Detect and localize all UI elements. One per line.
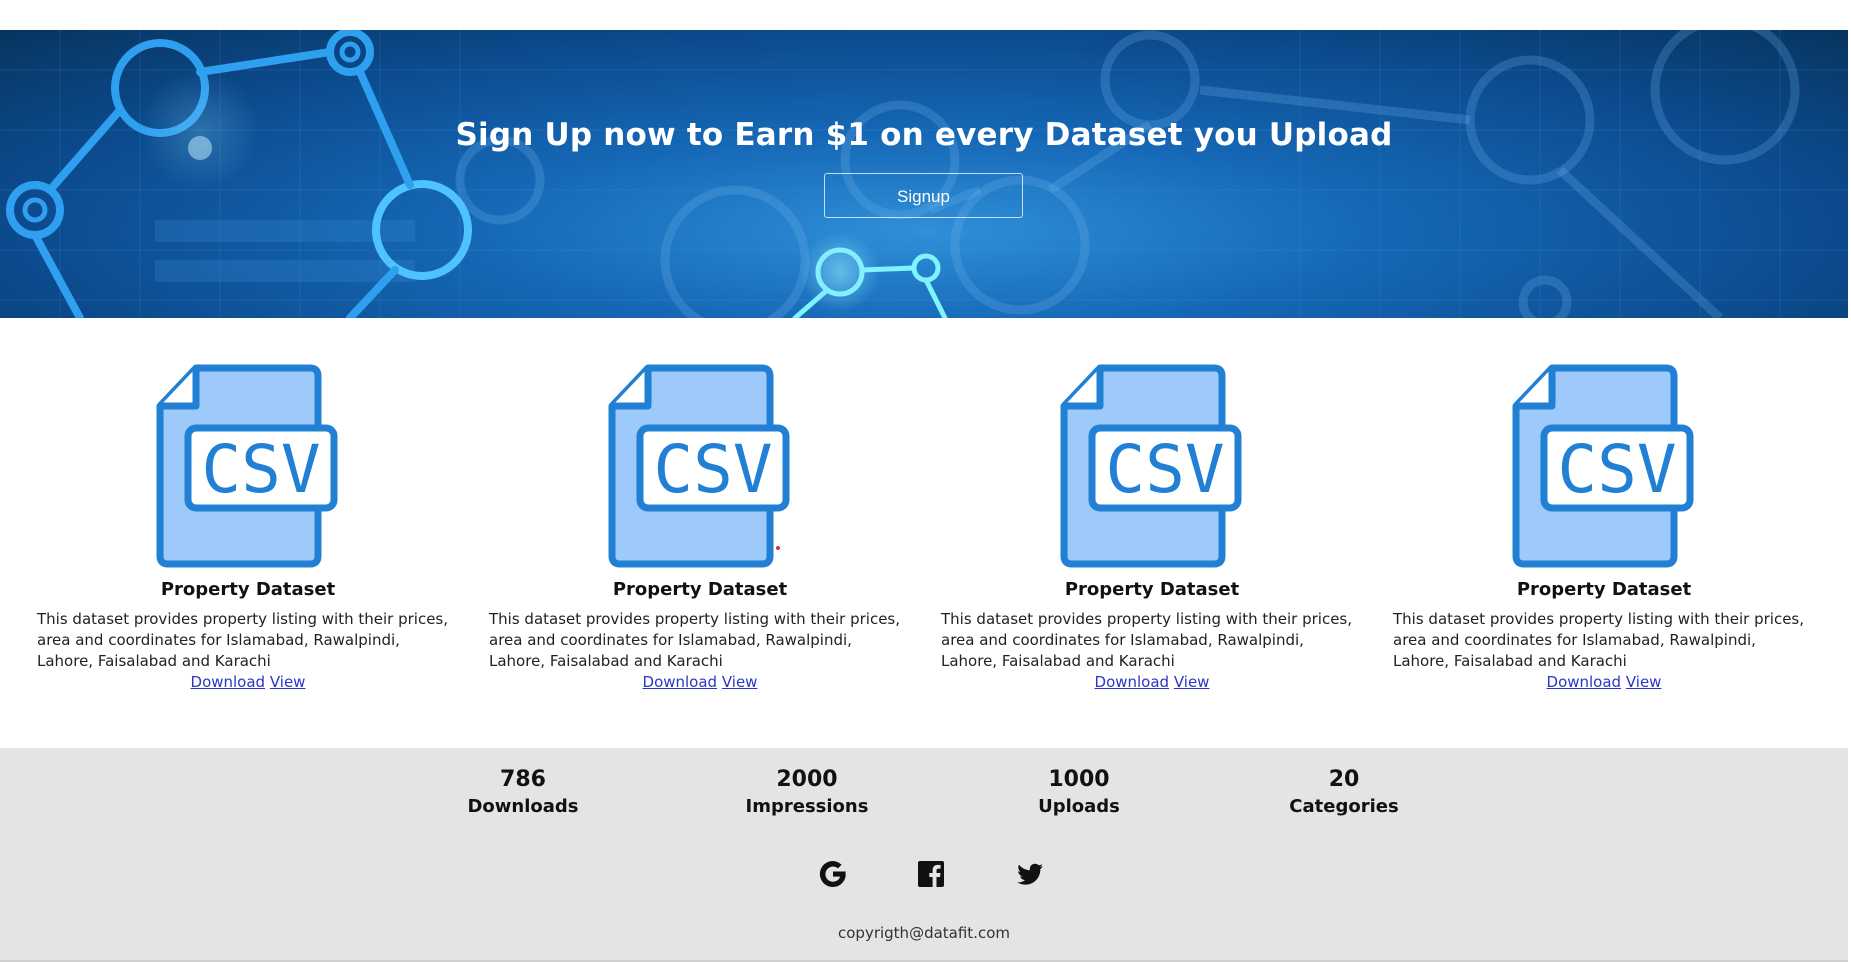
view-link[interactable]: View (722, 673, 758, 691)
card-description: This dataset provides property listing w… (37, 610, 449, 670)
csv-file-icon: CSV (489, 360, 911, 570)
download-link[interactable]: Download (1547, 673, 1622, 691)
view-link[interactable]: View (270, 673, 306, 691)
card-title: Property Dataset (1064, 579, 1240, 600)
card-title: Property Dataset (1516, 579, 1692, 600)
stat-uploads: 1000 Uploads (969, 766, 1189, 820)
facebook-icon[interactable] (915, 858, 947, 890)
stat-impressions: 2000 Impressions (697, 766, 917, 820)
stat-label: Uploads (1038, 796, 1120, 817)
svg-text:CSV: CSV (201, 431, 320, 508)
svg-text:CSV: CSV (1557, 431, 1676, 508)
red-dot-marker (776, 546, 780, 550)
card-description: This dataset provides property listing w… (489, 610, 901, 670)
stat-downloads: 786 Downloads (413, 766, 633, 820)
svg-text:CSV: CSV (653, 431, 772, 508)
card-links: Download View (489, 672, 911, 693)
card-links: Download View (37, 672, 459, 693)
view-link[interactable]: View (1626, 673, 1662, 691)
hero-banner: Sign Up now to Earn $1 on every Dataset … (0, 30, 1848, 318)
card-title: Property Dataset (160, 579, 336, 600)
stat-value: 20 (1328, 767, 1360, 792)
card-title: Property Dataset (612, 579, 788, 600)
card-description: This dataset provides property listing w… (1393, 610, 1805, 670)
stat-label: Categories (1289, 796, 1399, 817)
card-links: Download View (941, 672, 1363, 693)
download-link[interactable]: Download (191, 673, 266, 691)
stat-label: Downloads (467, 796, 579, 817)
download-link[interactable]: Download (1095, 673, 1170, 691)
download-link[interactable]: Download (643, 673, 718, 691)
stat-categories: 20 Categories (1234, 766, 1454, 820)
stat-value: 1000 (1048, 767, 1110, 792)
page: Sign Up now to Earn $1 on every Dataset … (0, 0, 1851, 962)
dataset-card: CSV Property Dataset This dataset provid… (941, 360, 1363, 693)
dataset-cards: CSV Property Dataset This dataset provid… (0, 360, 1848, 700)
svg-text:CSV: CSV (1105, 431, 1224, 508)
google-icon[interactable] (817, 858, 849, 890)
dataset-card: CSV Property Dataset This dataset provid… (37, 360, 459, 693)
hero-title: Sign Up now to Earn $1 on every Dataset … (455, 117, 1393, 153)
twitter-icon[interactable] (1014, 858, 1046, 890)
dataset-card: CSV Property Dataset This dataset provid… (489, 360, 911, 693)
csv-file-icon: CSV (941, 360, 1363, 570)
signup-button[interactable]: Signup (824, 173, 1023, 218)
dataset-card: CSV Property Dataset This dataset provid… (1393, 360, 1815, 693)
csv-file-icon: CSV (1393, 360, 1815, 570)
card-description: This dataset provides property listing w… (941, 610, 1353, 670)
stat-value: 2000 (776, 767, 838, 792)
csv-file-icon: CSV (37, 360, 459, 570)
stat-value: 786 (500, 767, 546, 792)
card-links: Download View (1393, 672, 1815, 693)
footer: 786 Downloads 2000 Impressions 1000 Uplo… (0, 748, 1848, 962)
copyright-text: copyrigth@datafit.com (838, 924, 1010, 942)
stat-label: Impressions (745, 796, 869, 817)
view-link[interactable]: View (1174, 673, 1210, 691)
